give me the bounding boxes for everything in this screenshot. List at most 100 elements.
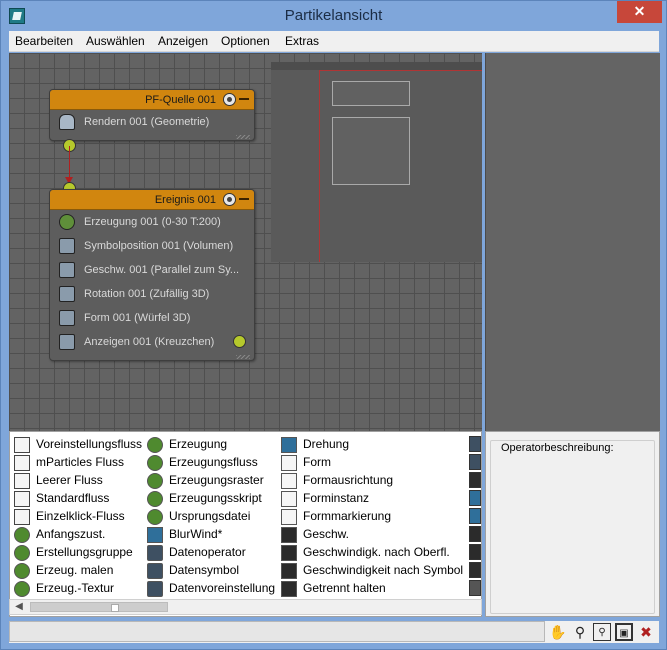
depot-item[interactable]: Erzeugungsfluss (147, 453, 258, 471)
parameters-panel (485, 53, 660, 431)
operator-icon (469, 490, 481, 506)
zoom-icon[interactable]: ⚲ (571, 623, 589, 641)
depot-item[interactable]: Formausrichtung (281, 471, 393, 489)
depot-item[interactable]: Geschwindigk. nach Oberfl. (281, 543, 450, 561)
depot-item[interactable]: Standardfluss (14, 489, 109, 507)
depot-item[interactable]: Forminstanz (281, 489, 369, 507)
particle-diagram-canvas[interactable]: PF-Quelle 001 Rendern 001 (Geometrie) Er… (9, 53, 482, 431)
scroll-left-icon[interactable]: ◀ (12, 600, 26, 614)
menu-bearbeiten[interactable]: Bearbeiten (15, 34, 73, 48)
node-resize-grip[interactable] (50, 134, 254, 140)
event-operator-row[interactable]: Erzeugung 001 (0-30 T:200) (50, 210, 254, 234)
shape-mark-icon (281, 508, 297, 525)
event-operator-row[interactable]: Symbolposition 001 (Volumen) (50, 234, 254, 258)
depot-item[interactable]: Datenvoreinstellung (147, 579, 275, 597)
source-node-header[interactable]: PF-Quelle 001 (50, 90, 254, 110)
depot-item[interactable]: BlurWind* (147, 525, 222, 543)
depot-item[interactable]: Geschw. (281, 525, 349, 543)
one-click-flow-icon (14, 508, 30, 525)
source-node[interactable]: PF-Quelle 001 Rendern 001 (Geometrie) (49, 89, 255, 141)
birth-group-icon (14, 544, 30, 561)
status-field[interactable] (9, 621, 545, 642)
birth-icon (147, 436, 163, 453)
event-operator-row[interactable]: Geschw. 001 (Parallel zum Sy... (50, 258, 254, 282)
node-resize-grip[interactable] (50, 354, 254, 360)
overview-panel[interactable] (271, 62, 482, 262)
menu-anzeigen[interactable]: Anzeigen (158, 34, 208, 48)
operator-label: Rotation 001 (Zufällig 3D) (84, 288, 210, 300)
shape-facing-icon (281, 472, 297, 489)
depot-horizontal-scrollbar[interactable]: ◀ (9, 599, 482, 615)
event-operator-row[interactable]: Anzeigen 001 (Kreuzchen) (50, 330, 254, 354)
data-icon-icon (469, 454, 481, 470)
standard-flow-icon (14, 490, 30, 507)
minimize-icon[interactable] (239, 198, 249, 200)
depot-item[interactable]: Datensymbol (147, 561, 239, 579)
source-node-title: PF-Quelle 001 (145, 94, 216, 106)
depot-item[interactable]: Erstellungsgruppe (14, 543, 133, 561)
close-button[interactable]: ✕ (617, 1, 662, 23)
birth-grid-icon (147, 472, 163, 489)
operator-label: Anzeigen 001 (Kreuzchen) (84, 336, 215, 348)
window-title: Partikelansicht (284, 7, 383, 24)
event-node-title: Ereignis 001 (154, 194, 216, 206)
no-zoom-icon[interactable]: ✖ (637, 623, 655, 641)
menu-auswaehlen[interactable]: Auswählen (86, 34, 145, 48)
depot-item[interactable]: Formmarkierung (281, 507, 391, 525)
depot-item[interactable]: Geschwindigkeit nach Symbol (281, 561, 463, 579)
source-operator-row[interactable]: Rendern 001 (Geometrie) (50, 110, 254, 134)
operator-label: Rendern 001 (Geometrie) (84, 116, 210, 128)
depot-item[interactable]: Erzeugungsraster (147, 471, 264, 489)
depot-item[interactable]: Erzeugung (147, 435, 227, 453)
depot-item[interactable]: Datenoperator (147, 543, 246, 561)
birth-flow-icon (147, 454, 163, 471)
data-preset-icon (147, 580, 163, 597)
display-icon (59, 334, 75, 350)
spin-icon (281, 436, 297, 453)
operator-icon (469, 508, 481, 524)
menu-extras[interactable]: Extras (285, 34, 319, 48)
depot-item[interactable]: Erzeugungsskript (147, 489, 262, 507)
overview-viewport-frame (319, 70, 482, 262)
shape-instance-icon (281, 490, 297, 507)
operator-label: Symbolposition 001 (Volumen) (84, 240, 234, 252)
depot-item[interactable]: Voreinstellungsfluss (14, 435, 142, 453)
status-bar: ✋ ⚲ ⚲ ▣ ✖ (9, 621, 659, 643)
pan-hand-icon[interactable]: ✋ (549, 623, 567, 641)
event-output-dot[interactable] (233, 335, 246, 348)
depot-item[interactable]: Anfangszust. (14, 525, 105, 543)
event-node-header[interactable]: Ereignis 001 (50, 190, 254, 210)
depot-overflow-column (469, 436, 481, 596)
event-operator-row[interactable]: Rotation 001 (Zufällig 3D) (50, 282, 254, 306)
zoom-region-icon[interactable]: ⚲ (593, 623, 611, 641)
depot-item[interactable]: Drehung (281, 435, 349, 453)
bulb-icon[interactable] (223, 193, 236, 206)
operator-icon (469, 580, 481, 596)
data-icon-icon (147, 562, 163, 579)
depot-item[interactable]: Ursprungsdatei (147, 507, 250, 525)
zoom-extents-icon[interactable]: ▣ (615, 623, 633, 641)
depot-item[interactable]: Einzelklick-Fluss (14, 507, 125, 525)
depot-item[interactable]: Leerer Fluss (14, 471, 103, 489)
mparticles-flow-icon (14, 454, 30, 471)
depot-item[interactable]: Getrennt halten (281, 579, 386, 597)
title-bar[interactable]: Partikelansicht ✕ (1, 1, 666, 31)
menu-optionen[interactable]: Optionen (221, 34, 270, 48)
depot-item[interactable]: mParticles Fluss (14, 453, 124, 471)
position-icon (59, 238, 75, 254)
operator-description-panel: Operatorbeschreibung: (485, 431, 660, 617)
birth-file-icon (147, 508, 163, 525)
event-node[interactable]: Ereignis 001 Erzeugung 001 (0-30 T:200) … (49, 189, 255, 361)
depot-item[interactable]: Erzeug.-Textur (14, 579, 114, 597)
initial-state-icon (14, 526, 30, 543)
bulb-icon[interactable] (223, 93, 236, 106)
birth-script-icon (147, 490, 163, 507)
operator-label: Erzeugung 001 (0-30 T:200) (84, 216, 221, 228)
minimize-icon[interactable] (239, 98, 249, 100)
depot-item[interactable]: Form (281, 453, 331, 471)
event-operator-row[interactable]: Form 001 (Würfel 3D) (50, 306, 254, 330)
blurwind-icon (147, 526, 163, 543)
scroll-thumb[interactable] (30, 602, 168, 612)
depot-item[interactable]: Erzeug. malen (14, 561, 113, 579)
shape-icon (59, 310, 75, 326)
